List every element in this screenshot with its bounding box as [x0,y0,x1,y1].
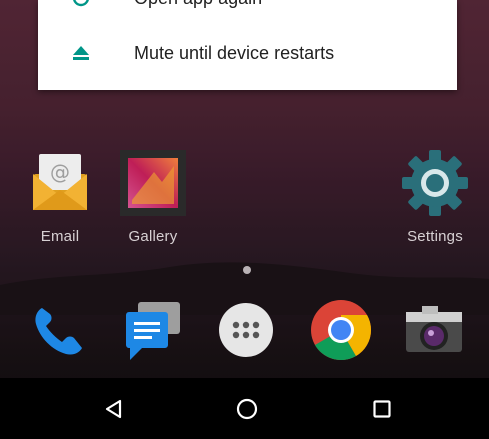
gear-icon [400,148,470,218]
app-drawer-icon[interactable] [214,298,278,362]
app-not-responding-dialog: Open app again Mute until device restart… [38,0,457,90]
chrome-icon[interactable] [308,297,372,361]
home-circle-icon[interactable] [234,396,260,422]
gallery-icon [118,148,188,218]
open-app-again-label: Open app again [134,0,262,9]
app-email-label: Email [40,228,80,245]
app-gallery[interactable]: Gallery [108,148,198,245]
svg-text:@: @ [50,160,70,184]
open-app-again-option[interactable]: Open app again [38,0,457,18]
app-email[interactable]: @ Email [15,148,105,245]
clock-icon [72,0,90,7]
mute-until-restart-option[interactable]: Mute until device restarts [38,33,457,73]
app-settings[interactable]: Settings [390,148,480,245]
android-home-screen: Open app again Mute until device restart… [0,0,489,439]
back-triangle-icon[interactable] [101,396,127,422]
email-icon: @ [25,148,95,218]
camera-icon[interactable] [402,298,466,362]
navigation-bar [0,378,489,439]
messages-icon[interactable] [120,298,184,362]
mute-until-restart-label: Mute until device restarts [134,42,335,63]
app-settings-label: Settings [407,228,463,245]
eject-icon [72,44,90,62]
phone-icon[interactable] [26,298,90,362]
recents-square-icon[interactable] [369,396,395,422]
page-indicator-dot [243,266,251,274]
app-gallery-label: Gallery [128,228,178,245]
